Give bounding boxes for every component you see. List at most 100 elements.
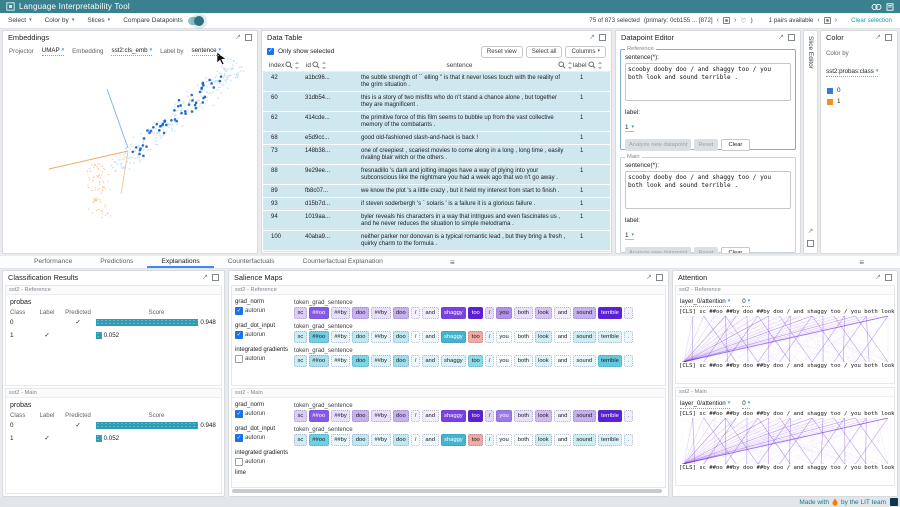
tab-predictions[interactable]: Predictions — [86, 256, 147, 268]
maximize-icon[interactable] — [807, 240, 814, 247]
label-select[interactable]: 1▾ — [625, 232, 634, 240]
tab-explanations[interactable]: Explanations — [147, 256, 213, 268]
tab-performance[interactable]: Performance — [20, 256, 86, 268]
table-body[interactable]: 42a1bc96...the subtle strength of `` ell… — [263, 72, 610, 252]
table-row[interactable]: 73148b38...one of creepiest , scariest m… — [263, 145, 610, 165]
table-row[interactable]: 941019aa...byler reveals his characters … — [263, 211, 610, 231]
sort-icon[interactable] — [321, 61, 327, 70]
table-row[interactable]: 889e29ee...fresnadillo 's dark and jolti… — [263, 165, 610, 185]
attention-layer-select[interactable]: layer_0/attention▾ — [680, 400, 730, 409]
column-header-label[interactable]: label — [573, 61, 609, 70]
table-row[interactable]: 6031db54...this is a story of two misfit… — [263, 92, 610, 112]
search-icon[interactable] — [588, 61, 596, 69]
reset-view-button[interactable]: Reset view — [481, 46, 523, 58]
horizontal-scrollbar[interactable] — [232, 489, 662, 493]
panel-menu-icon[interactable]: ≡ — [859, 257, 864, 268]
next-pair-icon[interactable]: › — [835, 17, 837, 24]
select-all-button[interactable]: Select all — [526, 46, 563, 58]
selected-count: 75 of 873 selected — [589, 17, 640, 24]
column-header-id[interactable]: id — [306, 61, 362, 70]
prev-pair-icon[interactable]: ‹ — [817, 17, 819, 24]
popout-icon[interactable]: ↗ — [808, 228, 814, 235]
clear-button[interactable]: Clear — [721, 247, 751, 254]
slice-editor-strip[interactable]: Slice Editor ↗ — [803, 30, 818, 254]
sort-icon[interactable] — [597, 61, 603, 70]
bottom-tab-bar: PerformancePredictionsExplanationsCounte… — [0, 256, 900, 269]
docs-icon[interactable] — [886, 3, 894, 11]
maximize-icon[interactable] — [885, 34, 892, 41]
attention-head-select[interactable]: 0▾ — [742, 298, 750, 307]
analyze-new-datapoint-button[interactable]: Analyze new datapoint — [625, 247, 691, 254]
tab-counterfactuals[interactable]: Counterfactuals — [214, 256, 289, 268]
token-chip: and — [554, 410, 571, 422]
label-select[interactable]: 1▾ — [625, 124, 634, 132]
lit-footer-logo — [890, 498, 898, 506]
attention-head-select[interactable]: 0▾ — [742, 400, 750, 409]
clear-selection-link[interactable]: Clear selection — [851, 17, 892, 24]
popout-icon[interactable]: ↗ — [875, 274, 881, 281]
autorun-checkbox[interactable] — [235, 355, 243, 363]
pair-icon[interactable] — [824, 17, 831, 24]
maximize-icon[interactable] — [245, 34, 252, 41]
table-row[interactable]: 89fb8c07...we know the plot 's a little … — [263, 185, 610, 198]
search-icon[interactable] — [285, 61, 293, 69]
popout-icon[interactable]: ↗ — [646, 274, 652, 281]
maximize-icon[interactable] — [599, 34, 606, 41]
popout-icon[interactable]: ↗ — [202, 274, 208, 281]
embeddings-scatter-plot[interactable] — [3, 44, 257, 253]
autorun-checkbox[interactable]: ✓ — [235, 307, 243, 315]
link-icon[interactable] — [871, 3, 882, 11]
token-chip: / — [485, 355, 494, 367]
sentence-field-label: sentence(*): — [625, 54, 791, 61]
projector-select[interactable]: UMAP▾ — [42, 47, 64, 56]
autorun-checkbox[interactable] — [235, 458, 243, 466]
sort-icon[interactable] — [294, 61, 300, 70]
token-chip: doo — [393, 410, 410, 422]
popout-icon[interactable]: ↗ — [589, 34, 595, 41]
only-show-selected-checkbox[interactable]: ✓ — [267, 48, 274, 55]
columns-button[interactable]: Columns▾ — [565, 46, 606, 58]
select-menu[interactable]: Select▾ — [8, 17, 32, 24]
splitter-handle-icon[interactable]: ≡ — [450, 257, 455, 268]
prev-datapoint-icon[interactable]: ‹ — [717, 17, 719, 24]
table-row[interactable]: 42a1bc96...the subtle strength of `` ell… — [263, 72, 610, 92]
search-icon[interactable] — [312, 61, 320, 69]
maximize-icon[interactable] — [212, 274, 219, 281]
reset-button[interactable]: Reset — [694, 247, 717, 254]
favorite-icon[interactable]: ♡ — [740, 17, 746, 25]
table-row[interactable]: 68e5d9cc...good old-fashioned slash-and-… — [263, 132, 610, 145]
clear-button[interactable]: Clear — [721, 139, 751, 151]
labelby-select[interactable]: sentence▾ — [192, 47, 222, 56]
colorby-menu[interactable]: Color by▾ — [45, 17, 75, 24]
sentence-input[interactable]: scooby dooby doo / and shaggy too / you … — [625, 63, 791, 101]
tab-counterfactual-explanation[interactable]: Counterfactual Explanation — [289, 256, 397, 268]
table-row[interactable]: 93d15b7d...if steven soderbergh 's ` sol… — [263, 198, 610, 211]
popout-icon[interactable]: ↗ — [875, 34, 881, 41]
next-datapoint-icon[interactable]: › — [734, 17, 736, 24]
attention-layer-select[interactable]: layer_0/attention▾ — [680, 298, 730, 307]
column-header-sentence[interactable]: sentence — [362, 61, 573, 70]
table-row[interactable]: 123dba54c...turns potentially forgettabl… — [263, 251, 610, 252]
sentence-input[interactable]: scooby dooby doo / and shaggy too / you … — [625, 171, 791, 209]
search-icon[interactable] — [558, 61, 566, 69]
autorun-checkbox[interactable]: ✓ — [235, 410, 243, 418]
autorun-checkbox[interactable]: ✓ — [235, 434, 243, 442]
colorby-select[interactable]: sst2:probas:class▾ — [826, 68, 878, 77]
maximize-icon[interactable] — [788, 34, 795, 41]
datapoint-icon[interactable] — [723, 17, 730, 24]
analyze-new-datapoint-button[interactable]: Analyze new datapoint — [625, 139, 691, 151]
popout-icon[interactable]: ↗ — [235, 34, 241, 41]
compare-datapoints-toggle[interactable] — [188, 17, 203, 25]
by-team-text: by the LIT team — [841, 499, 886, 506]
column-header-index[interactable]: index — [264, 61, 306, 70]
embedding-select[interactable]: sst2:cls_emb▾ — [111, 47, 152, 56]
slices-menu[interactable]: Slices▾ — [87, 17, 110, 24]
table-row[interactable]: 62414cde...the primitive force of this f… — [263, 112, 610, 132]
maximize-icon[interactable] — [656, 274, 663, 281]
popout-icon[interactable]: ↗ — [778, 34, 784, 41]
table-row[interactable]: 10040aba9...neither parker nor donovan i… — [263, 231, 610, 251]
reset-button[interactable]: Reset — [694, 139, 717, 151]
autorun-checkbox[interactable]: ✓ — [235, 331, 243, 339]
section-label: sst2 - Main — [6, 389, 221, 398]
maximize-icon[interactable] — [885, 274, 892, 281]
